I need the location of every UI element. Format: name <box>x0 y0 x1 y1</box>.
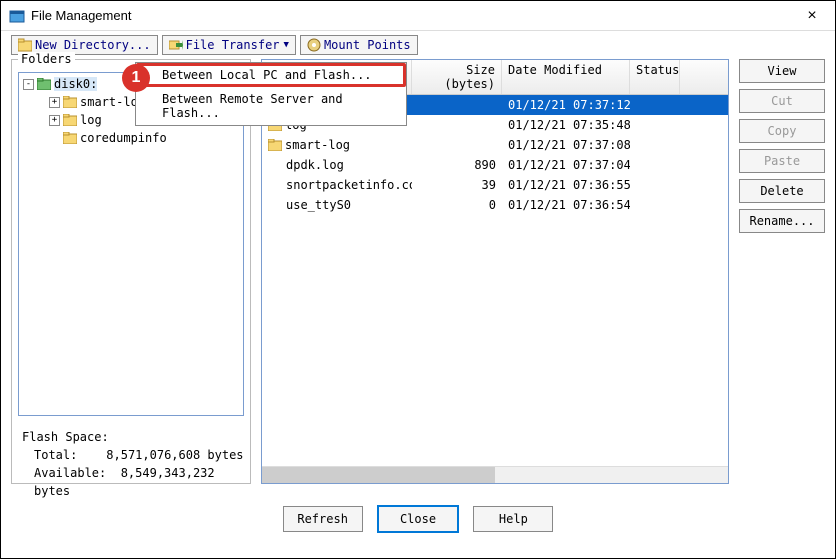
file-name: smart-log <box>285 138 350 152</box>
mount-icon <box>307 38 321 52</box>
menu-item-remote-flash[interactable]: Between Remote Server and Flash... <box>136 87 406 125</box>
file-size: 890 <box>412 156 502 174</box>
file-row[interactable]: snortpacketinfo.conf3901/12/21 07:36:55 <box>262 175 728 195</box>
expand-icon[interactable] <box>49 115 60 126</box>
tree-node[interactable]: coredumpinfo <box>21 129 241 147</box>
file-management-window: File Management × New Directory... File … <box>0 0 836 559</box>
file-name: snortpacketinfo.conf <box>286 178 412 192</box>
file-date: 01/12/21 07:35:48 <box>502 116 630 134</box>
refresh-button[interactable]: Refresh <box>283 506 363 532</box>
folder-icon <box>268 139 282 151</box>
file-status <box>630 123 680 127</box>
file-status <box>630 203 680 207</box>
file-transfer-menu: Between Local PC and Flash... Between Re… <box>135 62 407 126</box>
file-status <box>630 163 680 167</box>
file-date: 01/12/21 07:37:08 <box>502 136 630 154</box>
action-buttons: View Cut Copy Paste Delete Rename... <box>739 59 825 484</box>
file-size: 39 <box>412 176 502 194</box>
folders-label: Folders <box>18 52 75 66</box>
horizontal-scrollbar[interactable] <box>262 466 728 483</box>
window-title: File Management <box>31 1 797 31</box>
flash-total-value: 8,571,076,608 bytes <box>106 448 243 462</box>
file-size <box>412 123 502 127</box>
file-row[interactable]: dpdk.log 89001/12/21 07:37:04 <box>262 155 728 175</box>
file-size <box>412 143 502 147</box>
file-size: 0 <box>412 196 502 214</box>
titlebar: File Management × <box>1 1 835 31</box>
file-transfer-button[interactable]: File Transfer ▼ <box>162 35 296 55</box>
expand-icon[interactable] <box>49 97 60 108</box>
file-date: 01/12/21 07:36:54 <box>502 196 630 214</box>
cut-button[interactable]: Cut <box>739 89 825 113</box>
file-name: use_ttyS0 <box>286 198 351 212</box>
flash-space-info: Flash Space: Total: 8,571,076,608 bytes … <box>14 420 248 504</box>
scroll-thumb[interactable] <box>262 467 495 483</box>
file-size <box>412 103 502 107</box>
disk-icon <box>37 78 51 90</box>
file-status <box>630 103 680 107</box>
folder-icon <box>63 96 77 108</box>
col-header-status[interactable]: Status <box>630 60 680 94</box>
menu-item-local-flash[interactable]: Between Local PC and Flash... <box>136 63 406 87</box>
file-row[interactable]: use_ttyS0 001/12/21 07:36:54 <box>262 195 728 215</box>
file-date: 01/12/21 07:36:55 <box>502 176 630 194</box>
file-status <box>630 143 680 147</box>
file-date: 01/12/21 07:37:12 <box>502 96 630 114</box>
copy-button[interactable]: Copy <box>739 119 825 143</box>
file-name: dpdk.log <box>286 158 344 172</box>
file-row[interactable]: smart-log 01/12/21 07:37:08 <box>262 135 728 155</box>
file-date: 01/12/21 07:37:04 <box>502 156 630 174</box>
folder-new-icon <box>18 38 32 52</box>
mount-points-button[interactable]: Mount Points <box>300 35 418 55</box>
callout-badge: 1 <box>122 64 150 92</box>
chevron-down-icon: ▼ <box>284 40 289 50</box>
help-button[interactable]: Help <box>473 506 553 532</box>
folder-icon <box>63 114 77 126</box>
toolbar: New Directory... File Transfer ▼ Mount P… <box>1 31 835 59</box>
view-button[interactable]: View <box>739 59 825 83</box>
delete-button[interactable]: Delete <box>739 179 825 203</box>
close-icon[interactable]: × <box>797 1 827 31</box>
col-header-size[interactable]: Size (bytes) <box>412 60 502 94</box>
rename-button[interactable]: Rename... <box>739 209 825 233</box>
col-header-date[interactable]: Date Modified <box>502 60 630 94</box>
paste-button[interactable]: Paste <box>739 149 825 173</box>
transfer-icon <box>169 38 183 52</box>
file-list-body[interactable]: coredumpinfo01/12/21 07:37:12log01/12/21… <box>262 95 728 466</box>
app-icon <box>9 8 25 24</box>
file-status <box>630 183 680 187</box>
folder-icon <box>63 132 77 144</box>
close-button[interactable]: Close <box>378 506 458 532</box>
collapse-icon[interactable] <box>23 79 34 90</box>
flash-space-label: Flash Space: <box>22 428 244 446</box>
